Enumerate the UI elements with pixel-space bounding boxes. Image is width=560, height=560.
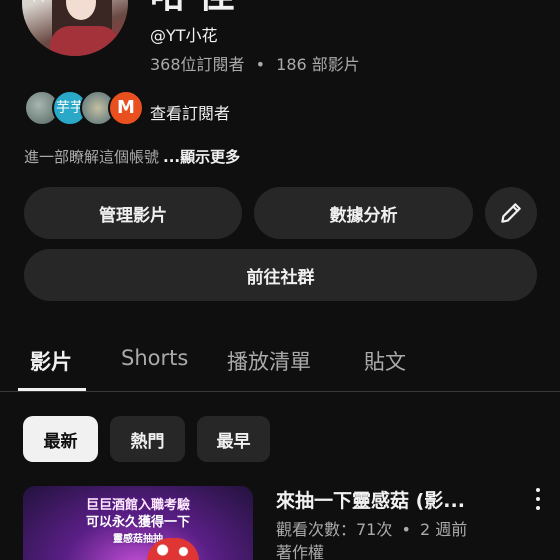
tab-videos[interactable]: 影片 [30, 346, 72, 376]
channel-description[interactable]: 進一部瞭解這個帳號 ...顯示更多 [24, 146, 240, 167]
video-thumbnail[interactable]: 巨巨酒館入職考驗 可以永久獲得一下 靈感菇抽抽 [23, 486, 253, 560]
thumbnail-text: 可以永久獲得一下 [85, 515, 190, 530]
video-title[interactable]: 來抽一下靈感菇 (影... [276, 486, 465, 513]
analytics-button[interactable]: 數據分析 [254, 187, 473, 239]
channel-tabs: 影片 Shorts 播放清單 貼文 [0, 326, 560, 392]
tab-shorts[interactable]: Shorts [121, 346, 188, 370]
channel-title: 哈 佳 [150, 0, 235, 14]
channel-handle: @YT小花 [150, 26, 218, 45]
video-rights: 著作權 [276, 543, 325, 560]
chip-latest[interactable]: 最新 [23, 416, 98, 462]
show-more-link[interactable]: ...顯示更多 [163, 148, 240, 166]
subscriber-avatar: M [108, 90, 144, 126]
more-vert-icon[interactable] [528, 486, 548, 512]
avatar-dress [50, 26, 120, 56]
tab-posts[interactable]: 貼文 [364, 346, 406, 376]
chip-oldest[interactable]: 最早 [197, 416, 270, 462]
tab-playlists[interactable]: 播放清單 [227, 346, 311, 376]
video-age: 2 週前 [420, 520, 468, 539]
channel-stats: 368位訂閱者 • 186 部影片 [150, 51, 360, 75]
view-subscribers-link[interactable]: 查看訂閱者 [150, 100, 230, 124]
description-text: 進一部瞭解這個帳號 [24, 148, 160, 166]
stats-separator: • [255, 55, 266, 74]
avatar-watermark: YT [30, 0, 47, 6]
thumbnail-text: 靈感菇抽抽 [113, 534, 163, 545]
pencil-icon [501, 203, 521, 223]
meta-separator: • [401, 520, 411, 539]
go-to-community-button[interactable]: 前往社群 [24, 249, 537, 301]
channel-avatar[interactable]: YT [22, 0, 128, 56]
chip-popular[interactable]: 熱門 [110, 416, 185, 462]
video-views: 觀看次數：71次 [276, 520, 393, 539]
subscriber-count: 368位訂閱者 [150, 55, 245, 74]
manage-videos-button[interactable]: 管理影片 [24, 187, 242, 239]
active-tab-indicator [18, 388, 86, 391]
video-meta: 觀看次數：71次 • 2 週前 [276, 516, 467, 540]
video-count: 186 部影片 [276, 55, 360, 74]
edit-channel-button[interactable] [485, 187, 537, 239]
